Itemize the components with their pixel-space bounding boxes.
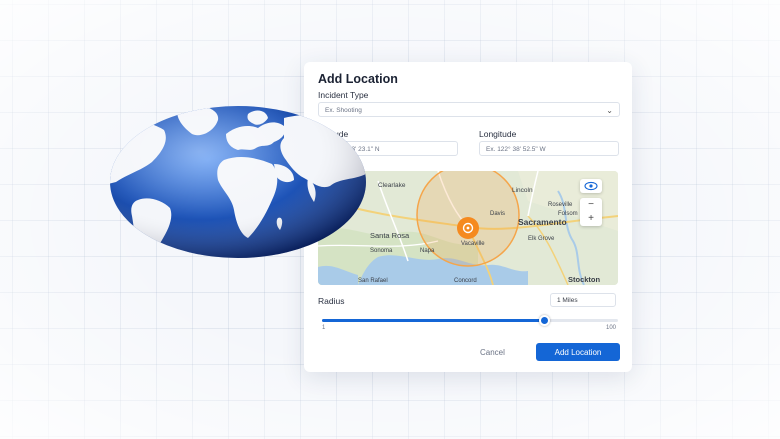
radius-slider[interactable] [322, 315, 618, 326]
chevron-down-icon: ⌄ [606, 106, 613, 115]
map-label: Sacramento [518, 217, 567, 227]
radius-slider-thumb[interactable] [538, 315, 550, 326]
map-label: Sonoma [370, 248, 393, 254]
longitude-placeholder: Ex. 122° 38' 52.5" W [486, 146, 546, 153]
zoom-controls: − + [580, 198, 602, 226]
map-label: Clearlake [378, 182, 406, 189]
locate-button[interactable] [580, 179, 602, 193]
map-label: Lincoln [512, 187, 533, 194]
zoom-in-button[interactable]: + [580, 212, 602, 226]
longitude-label: Longitude [479, 129, 517, 139]
add-location-button[interactable]: Add Location [536, 343, 620, 361]
radius-label: Radius [318, 296, 345, 306]
eye-target-icon [584, 181, 598, 191]
map-label: Concord [454, 278, 477, 284]
incident-type-label: Incident Type [318, 90, 369, 100]
radius-value-input[interactable]: 1 Miles [550, 293, 616, 307]
map-label: Vacaville [461, 241, 485, 247]
zoom-out-button[interactable]: − [580, 198, 602, 212]
dialog-title: Add Location [318, 72, 398, 86]
map-label: San Rafael [358, 278, 388, 284]
map-label: Stockton [568, 275, 601, 284]
radius-slider-fill [322, 319, 544, 322]
map-label: Davis [490, 211, 505, 217]
map-label: Napa [420, 248, 435, 254]
cancel-button[interactable]: Cancel [480, 348, 505, 357]
map-label: Roseville [548, 202, 573, 208]
map-label: Elk Grove [528, 236, 555, 242]
map-label: Santa Rosa [370, 231, 410, 240]
globe-illustration [110, 106, 366, 258]
radius-max: 100 [606, 325, 617, 331]
longitude-input[interactable]: Ex. 122° 38' 52.5" W [479, 141, 619, 156]
radius-min: 1 [322, 325, 326, 331]
